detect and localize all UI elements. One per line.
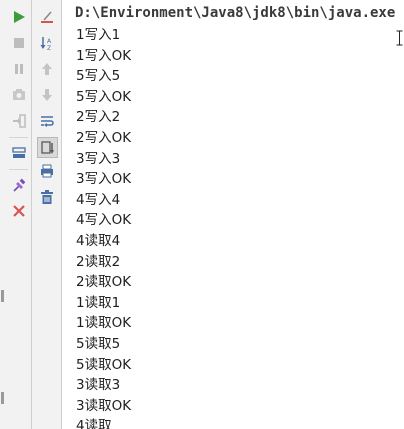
svg-text:Z: Z [47,45,51,51]
svg-text:A: A [47,38,52,45]
output-line: 2读取OK [76,274,132,291]
restore-layout-button[interactable] [9,143,29,163]
down-button[interactable] [37,85,57,105]
up-arrow-icon [42,63,52,75]
pin-icon [13,178,26,192]
output-line: 3读取OK [76,397,132,414]
output-line: 3写入OK [76,171,132,188]
output-line: 5读取OK [76,356,132,373]
output-line: 2写入2 [76,109,121,126]
rerun-icon [14,11,25,23]
clear-all-button[interactable] [37,7,57,27]
stop-button[interactable] [9,33,29,53]
print-button[interactable] [37,161,57,181]
output-line: 2读取2 [76,253,121,270]
pin-tab-button[interactable] [9,176,29,196]
camera-icon [13,89,25,100]
soft-wrap-icon [41,116,54,127]
output-line: 5写入OK [76,88,132,105]
close-icon [13,205,25,217]
output-lines: 1写入1 1写入OK 5写入5 5写入OK 2写入2 2写入OK 3写入3 3写… [76,25,131,429]
console-toolbar: A Z [32,0,62,429]
output-line: 1读取OK [76,315,132,332]
run-toolbar [6,0,32,429]
pause-icon [15,64,23,74]
output-line: 4写入OK [76,212,132,229]
toolbar-divider [9,137,28,138]
output-line: 1写入1 [76,27,121,43]
gutter-marker [1,392,4,404]
console-output[interactable]: D:\Environment\Java8\jdk8\bin\java.exe 1… [62,0,404,429]
close-button[interactable] [9,201,29,221]
run-tool-window: A Z D:\Environment\Java8\jdk8\bin\java.e… [0,0,404,429]
output-line: 5写入5 [76,68,121,85]
output-line: 5读取5 [76,335,121,352]
output-line: 3读取3 [76,377,121,394]
exit-icon [13,114,26,128]
rerun-button[interactable] [9,7,29,27]
output-line: 4读取4 [76,232,121,249]
clear-all-icon [41,11,53,23]
scroll-to-end-icon [40,140,54,154]
sort-button[interactable]: A Z [37,33,57,53]
gutter-marker [1,290,4,302]
output-line: 3写入3 [76,150,121,167]
up-button[interactable] [37,59,57,79]
layout-icon [12,147,26,158]
output-line: 4读取 [76,418,112,429]
trash-icon [41,190,53,204]
output-line: 4写入4 [76,191,121,208]
pause-button[interactable] [9,59,29,79]
exit-button[interactable] [9,111,29,131]
scroll-to-end-button[interactable] [37,137,58,158]
stop-icon [14,38,24,48]
down-arrow-icon [42,89,52,101]
output-line: 1读取1 [76,294,121,311]
toolbar-divider [9,169,28,170]
sort-icon: A Z [40,37,52,51]
output-line: 2写入OK [76,129,132,146]
soft-wrap-button[interactable] [37,111,57,131]
output-line: 1写入OK [76,47,132,64]
print-icon [41,164,53,178]
clear-console-button[interactable] [37,187,57,207]
text-cursor-icon [396,30,403,46]
dump-threads-button[interactable] [9,85,29,105]
command-line: D:\Environment\Java8\jdk8\bin\java.exe [75,5,396,21]
